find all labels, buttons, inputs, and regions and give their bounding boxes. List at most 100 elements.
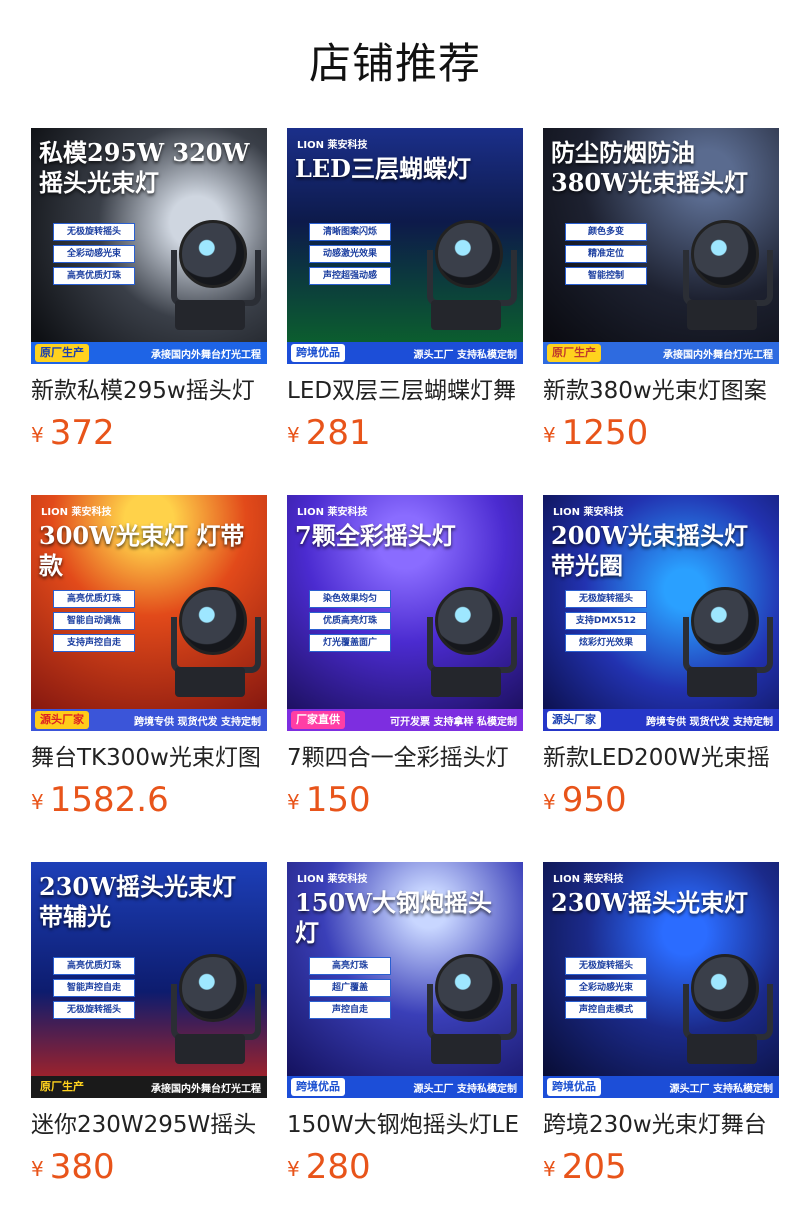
feature-label: 高亮优质灯珠 [53, 590, 135, 608]
moving-head-light-illustration [427, 954, 517, 1064]
product-title[interactable]: 150W大钢炮摇头灯LE [287, 1110, 523, 1140]
product-title[interactable]: 舞台TK300w光束灯图 [31, 743, 267, 773]
product-card[interactable]: LION 莱安科技 7颗全彩摇头灯 染色效果均匀 优质高亮灯珠 灯光覆盖面广 厂家直供 可开… [287, 495, 523, 825]
image-headline: 150W大钢炮摇头灯 [295, 888, 493, 947]
product-card[interactable]: LION 莱安科技 LED三层蝴蝶灯 清晰图案闪烁 动感激光效果 声控超强动感 跨境优品 源… [287, 128, 523, 458]
currency-symbol: ¥ [287, 790, 300, 814]
product-image[interactable]: LION 莱安科技 7颗全彩摇头灯 染色效果均匀 优质高亮灯珠 灯光覆盖面广 厂家直供 可开… [287, 495, 523, 731]
price-value: 281 [305, 413, 371, 453]
image-headline: LED三层蝴蝶灯 [295, 154, 471, 183]
product-card[interactable]: 私模295W 320W 摇头光束灯 无极旋转摇头 全彩动感光束 高亮优质灯珠 原厂生产 承… [31, 128, 267, 458]
feature-label: 优质高亮灯珠 [309, 612, 391, 630]
brand-logo: LION 莱安科技 [297, 874, 368, 885]
image-banner: 原厂生产 承接国内外舞台灯光工程 [31, 342, 267, 364]
product-price: ¥281 [287, 414, 523, 458]
image-slogan: 承接国内外舞台灯光工程 [151, 1084, 261, 1095]
feature-label: 支持DMX512 [565, 612, 647, 630]
product-card[interactable]: 防尘防烟防油 380W光束摇头灯 颜色多变 精准定位 智能控制 原厂生产 承接国内外舞台灯… [543, 128, 779, 458]
product-image[interactable]: LION 莱安科技 200W光束摇头灯 带光圈 无极旋转摇头 支持DMX512 炫彩灯光… [543, 495, 779, 731]
product-card[interactable]: 230W摇头光束灯 带辅光 高亮优质灯珠 智能声控自走 无极旋转摇头 原厂生产 承接国内外… [31, 862, 267, 1192]
feature-label: 颜色多变 [565, 223, 647, 241]
product-title[interactable]: 新款LED200W光束摇 [543, 743, 779, 773]
feature-label: 智能自动调焦 [53, 612, 135, 630]
currency-symbol: ¥ [543, 423, 556, 447]
product-title[interactable]: 跨境230w光束灯舞台 [543, 1110, 779, 1140]
price-value: 950 [561, 780, 627, 820]
image-headline: 230W摇头光束灯 [551, 888, 749, 917]
section-title: 店铺推荐 [308, 39, 481, 88]
price-value: 1582.6 [49, 780, 169, 820]
feature-label: 声控自走 [309, 1001, 391, 1019]
moving-head-light-illustration [171, 587, 261, 697]
moving-head-light-illustration [171, 954, 261, 1064]
brand-logo: LION 莱安科技 [41, 507, 112, 518]
product-image[interactable]: 防尘防烟防油 380W光束摇头灯 颜色多变 精准定位 智能控制 原厂生产 承接国内外舞台灯… [543, 128, 779, 364]
product-title[interactable]: LED双层三层蝴蝶灯舞 [287, 376, 523, 406]
moving-head-light-illustration [171, 220, 261, 330]
product-image[interactable]: LION 莱安科技 LED三层蝴蝶灯 清晰图案闪烁 动感激光效果 声控超强动感 跨境优品 源… [287, 128, 523, 364]
image-headline: 300W光束灯 灯带款 [39, 521, 245, 580]
product-card[interactable]: LION 莱安科技 200W光束摇头灯 带光圈 无极旋转摇头 支持DMX512 炫彩灯光… [543, 495, 779, 825]
image-tag: 原厂生产 [35, 344, 89, 362]
feature-label: 智能声控自走 [53, 979, 135, 997]
image-banner: 源头厂家 跨境专供 现货代发 支持定制 [31, 709, 267, 731]
product-image[interactable]: 私模295W 320W 摇头光束灯 无极旋转摇头 全彩动感光束 高亮优质灯珠 原厂生产 承… [31, 128, 267, 364]
image-banner: 跨境优品 源头工厂 支持私模定制 [543, 1076, 779, 1098]
currency-symbol: ¥ [287, 1157, 300, 1181]
feature-label: 染色效果均匀 [309, 590, 391, 608]
product-image[interactable]: LION 莱安科技 230W摇头光束灯 无极旋转摇头 全彩动感光束 声控自走模式 跨境优品… [543, 862, 779, 1098]
image-tag: 原厂生产 [547, 344, 601, 362]
currency-symbol: ¥ [31, 790, 44, 814]
currency-symbol: ¥ [543, 790, 556, 814]
feature-label: 无极旋转摇头 [53, 1001, 135, 1019]
image-banner: 源头厂家 跨境专供 现货代发 支持定制 [543, 709, 779, 731]
price-value: 372 [49, 413, 115, 453]
product-title[interactable]: 新款380w光束灯图案 [543, 376, 779, 406]
product-card[interactable]: LION 莱安科技 150W大钢炮摇头灯 高亮灯珠 超广覆盖 声控自走 跨境优品 源头工厂 … [287, 862, 523, 1192]
feature-label: 全彩动感光束 [565, 979, 647, 997]
feature-label: 全彩动感光束 [53, 245, 135, 263]
product-card[interactable]: LION 莱安科技 230W摇头光束灯 无极旋转摇头 全彩动感光束 声控自走模式 跨境优品… [543, 862, 779, 1192]
product-title[interactable]: 7颗四合一全彩摇头灯 [287, 743, 523, 773]
image-headline: 7颗全彩摇头灯 [295, 521, 456, 550]
feature-label: 灯光覆盖面广 [309, 634, 391, 652]
image-slogan: 源头工厂 支持私模定制 [413, 350, 517, 361]
image-banner: 厂家直供 可开发票 支持拿样 私模定制 [287, 709, 523, 731]
image-headline: 200W光束摇头灯 带光圈 [551, 521, 749, 580]
product-image[interactable]: LION 莱安科技 150W大钢炮摇头灯 高亮灯珠 超广覆盖 声控自走 跨境优品 源头工厂 … [287, 862, 523, 1098]
price-value: 205 [561, 1147, 627, 1187]
feature-label: 炫彩灯光效果 [565, 634, 647, 652]
image-tag: 源头厂家 [35, 711, 89, 729]
image-tag: 跨境优品 [291, 344, 345, 362]
feature-label: 无极旋转摇头 [53, 223, 135, 241]
image-tag: 厂家直供 [291, 711, 345, 729]
price-value: 380 [49, 1147, 115, 1187]
feature-label: 声控自走模式 [565, 1001, 647, 1019]
feature-label: 无极旋转摇头 [565, 957, 647, 975]
product-price: ¥205 [543, 1148, 779, 1192]
brand-logo: LION 莱安科技 [553, 507, 624, 518]
currency-symbol: ¥ [543, 1157, 556, 1181]
product-image[interactable]: 230W摇头光束灯 带辅光 高亮优质灯珠 智能声控自走 无极旋转摇头 原厂生产 承接国内外… [31, 862, 267, 1098]
product-price: ¥280 [287, 1148, 523, 1192]
image-slogan: 跨境专供 现货代发 支持定制 [134, 717, 261, 728]
image-banner: 跨境优品 源头工厂 支持私模定制 [287, 342, 523, 364]
feature-label: 高亮优质灯珠 [53, 267, 135, 285]
product-title[interactable]: 新款私模295w摇头灯 [31, 376, 267, 406]
image-banner: 跨境优品 源头工厂 支持私模定制 [287, 1076, 523, 1098]
price-value: 1250 [561, 413, 649, 453]
feature-label: 支持声控自走 [53, 634, 135, 652]
currency-symbol: ¥ [31, 423, 44, 447]
moving-head-light-illustration [683, 954, 773, 1064]
product-title[interactable]: 迷你230W295W摇头 [31, 1110, 267, 1140]
feature-label: 高亮灯珠 [309, 957, 391, 975]
product-card[interactable]: LION 莱安科技 300W光束灯 灯带款高亮优质灯珠 智能自动调焦 支持声控自走源头… [31, 495, 267, 825]
product-image[interactable]: LION 莱安科技 300W光束灯 灯带款高亮优质灯珠 智能自动调焦 支持声控自走源头… [31, 495, 267, 731]
image-banner: 原厂生产 承接国内外舞台灯光工程 [543, 342, 779, 364]
product-price: ¥1582.6 [31, 781, 267, 825]
currency-symbol: ¥ [31, 1157, 44, 1181]
image-slogan: 承接国内外舞台灯光工程 [151, 350, 261, 361]
image-tag: 跨境优品 [291, 1078, 345, 1096]
brand-logo: LION 莱安科技 [297, 140, 368, 151]
image-tag: 原厂生产 [35, 1078, 89, 1096]
